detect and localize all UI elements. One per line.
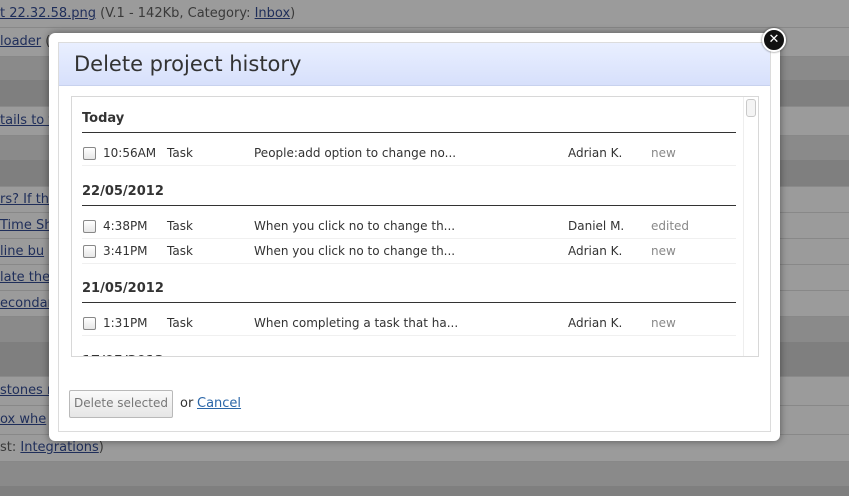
history-group: 22/05/2012 4:38PM Task When you click no to… (82, 184, 736, 264)
group-date-title: 17/05/2012 (82, 354, 736, 356)
entry-description: When you click no to change th... (254, 219, 456, 233)
history-entry: 3:41PM Task When you click no to change th… (82, 239, 736, 264)
entry-author: Daniel M. (568, 219, 625, 233)
entry-type: Task (167, 316, 193, 330)
list-scrollbar[interactable] (743, 97, 758, 356)
bg-details-link[interactable]: tails to t (0, 113, 53, 128)
bg-task-link-3[interactable]: line bu (0, 244, 44, 259)
delete-selected-button[interactable]: Delete selected (69, 390, 173, 418)
close-icon[interactable]: ✕ (762, 28, 786, 52)
history-list[interactable]: Today 10:56AM Task People:add option to cha… (71, 96, 759, 357)
bg-section-band-4 (0, 486, 849, 496)
history-entry: 1:31PM Task When completing a task that ha… (82, 311, 736, 336)
cancel-link[interactable]: Cancel (197, 396, 241, 411)
bg-file-meta-close: ) (290, 6, 296, 21)
bg-integrations-link[interactable]: Integrations (20, 440, 98, 455)
entry-description: People:add option to change no... (254, 146, 457, 160)
entry-time: 4:38PM (103, 219, 148, 233)
entry-type: Task (167, 146, 193, 160)
group-date-title: Today (82, 111, 736, 133)
bg-inbox-link[interactable]: ox whe (0, 412, 46, 427)
entry-checkbox[interactable] (83, 220, 96, 233)
bg-list-prefix: st: (0, 440, 21, 455)
bg-list-suffix: ) (98, 440, 104, 455)
entry-status: edited (651, 219, 690, 233)
bg-file-meta: (V.1 - 142Kb, Category: (100, 6, 255, 21)
entry-checkbox[interactable] (83, 147, 96, 160)
entry-time: 1:31PM (103, 316, 148, 330)
entry-type: Task (167, 219, 193, 233)
entry-status: new (651, 244, 676, 258)
dialog-body: Delete project history Today 10:56AM Task P… (58, 42, 771, 432)
entry-description: When you click no to change th... (254, 244, 456, 258)
group-date-title: 22/05/2012 (82, 184, 736, 206)
entry-author: Adrian K. (568, 316, 623, 330)
entry-author: Adrian K. (568, 244, 623, 258)
group-date-title: 21/05/2012 (82, 281, 736, 303)
delete-history-dialog: Delete project history Today 10:56AM Task P… (49, 33, 780, 441)
bg-row-attachment: t 22.32.58.png (V.1 - 142Kb, Category: I… (0, 0, 849, 28)
entry-type: Task (167, 244, 193, 258)
entry-time: 3:41PM (103, 244, 148, 258)
bg-task-link-5[interactable]: econdar (0, 296, 53, 311)
history-group: 21/05/2012 1:31PM Task When completing a ta… (82, 281, 736, 336)
entry-checkbox[interactable] (83, 317, 96, 330)
entry-description: When completing a task that ha... (254, 316, 459, 330)
history-group: 17/05/2012 (82, 354, 736, 356)
entry-checkbox[interactable] (83, 245, 96, 258)
entry-status: new (651, 316, 676, 330)
bg-task-link-2[interactable]: Time Sh (0, 218, 52, 233)
bg-category-link[interactable]: Inbox (255, 6, 291, 21)
entry-time: 10:56AM (103, 146, 157, 160)
bg-loader-link[interactable]: loader (0, 34, 41, 49)
bg-file-link[interactable]: t 22.32.58.png (0, 6, 96, 21)
entry-author: Adrian K. (568, 146, 623, 160)
dialog-title: Delete project history (74, 52, 302, 76)
history-entry: 4:38PM Task When you click no to change th… (82, 214, 736, 239)
scrollbar-thumb[interactable] (746, 99, 756, 117)
entry-status: new (651, 146, 676, 160)
history-group: Today 10:56AM Task People:add option to cha… (82, 111, 736, 166)
bg-task-link-4[interactable]: late the (0, 270, 50, 285)
history-entry: 10:56AM Task People:add option to change n… (82, 141, 736, 166)
dialog-header: Delete project history (59, 43, 770, 86)
or-text: or (180, 396, 194, 411)
bg-milestone-link[interactable]: stones r (0, 383, 52, 398)
